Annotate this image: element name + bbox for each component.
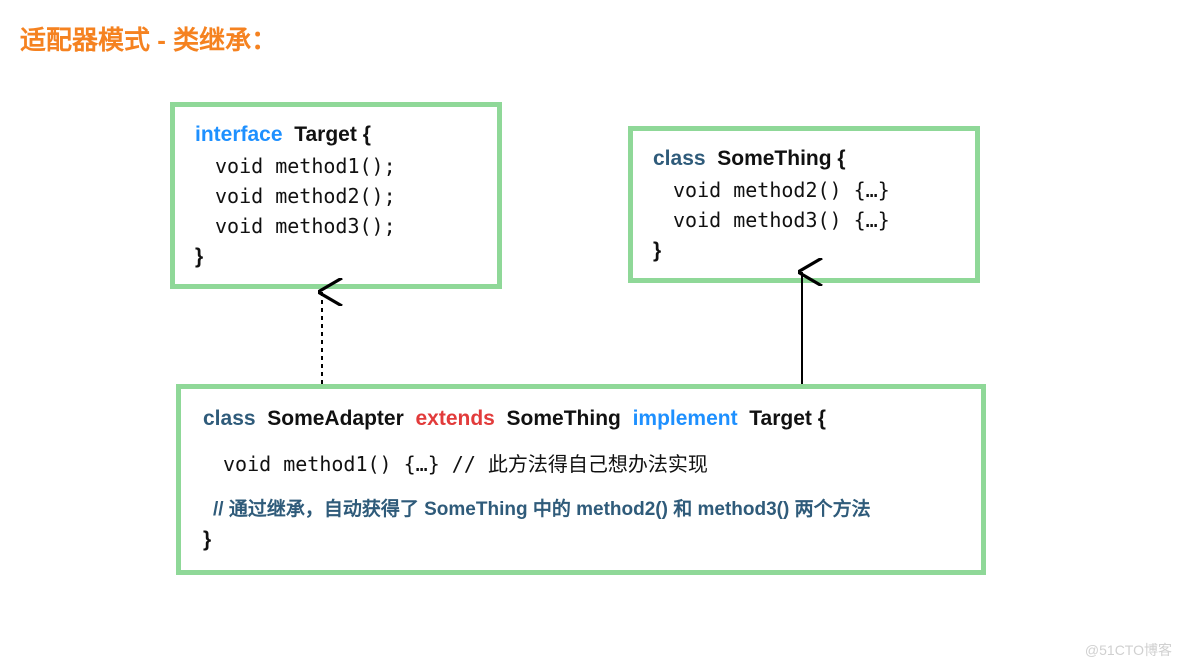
keyword-class: class [653,147,706,170]
target-line-2: void method2(); [195,181,477,211]
adapter-extends-name: SomeThing [507,407,621,430]
adapter-header: class SomeAdapter extends SomeThing impl… [203,403,959,435]
something-name: SomeThing [717,147,831,170]
keyword-class: class [203,407,256,430]
adapter-close-brace: } [203,524,959,556]
keyword-interface: interface [195,123,283,146]
keyword-implement: implement [633,407,738,430]
open-brace: { [832,147,846,170]
adapter-line-1-code: void method1() {…} // [223,452,488,476]
adapter-line-1: void method1() {…} // 此方法得自己想办法实现 [203,449,959,480]
adapter-box: class SomeAdapter extends SomeThing impl… [176,384,986,575]
target-name: Target [294,123,357,146]
something-line-1: void method2() {…} [653,175,955,205]
adapter-implement-name: Target [749,407,812,430]
target-line-1: void method1(); [195,151,477,181]
arrow-solid-to-something [790,258,820,386]
target-line-3: void method3(); [195,211,477,241]
diagram-title: 适配器模式 - 类继承： [20,20,277,57]
adapter-comment-blue: // 通过继承，自动获得了 SomeThing 中的 method2() 和 m… [203,496,959,525]
something-line-2: void method3() {…} [653,205,955,235]
open-brace: { [812,407,826,430]
adapter-name: SomeAdapter [267,407,404,430]
adapter-line-1-comment: 此方法得自己想办法实现 [488,454,708,476]
arrow-dashed-to-target [310,278,340,386]
target-header: interface Target { [195,119,477,151]
target-box: interface Target { void method1(); void … [170,102,502,289]
watermark: @51CTO博客 [1085,640,1172,660]
something-header: class SomeThing { [653,143,955,175]
target-close-brace: } [195,241,477,273]
keyword-extends: extends [415,407,494,430]
open-brace: { [357,123,371,146]
